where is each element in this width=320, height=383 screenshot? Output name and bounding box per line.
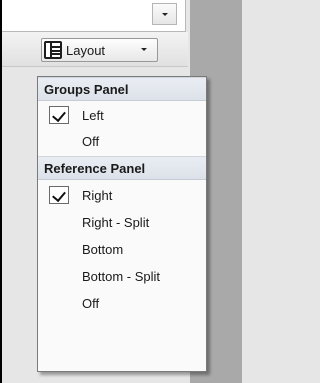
menu-item-label: Off <box>82 134 100 149</box>
menu-item-label: Left <box>82 108 104 123</box>
menu-item-groups-off[interactable]: Off <box>38 127 206 153</box>
combo-dropdown-button[interactable] <box>152 3 177 25</box>
menu-item-label: Bottom - Split <box>82 269 161 284</box>
chevron-down-icon <box>162 13 168 16</box>
menu-item-reference-off[interactable]: Off <box>38 289 206 315</box>
groups-panel-header: Groups Panel <box>38 77 206 101</box>
layout-menu: Groups Panel Left Off Reference Panel Ri… <box>37 76 207 372</box>
menu-item-label: Off <box>82 296 100 311</box>
menu-item-groups-left[interactable]: Left <box>38 101 206 127</box>
menu-item-label: Right <box>82 188 113 203</box>
menu-item-reference-bottom[interactable]: Bottom <box>38 235 206 261</box>
menu-item-reference-bottom-split[interactable]: Bottom - Split <box>38 262 206 288</box>
layout-button-label: Layout <box>66 43 106 58</box>
reference-panel-header: Reference Panel <box>38 156 206 180</box>
toolbar: Layout · ·· · <box>2 32 188 99</box>
menu-item-label: Right - Split <box>82 215 150 230</box>
checkbox <box>49 186 69 204</box>
layout-button[interactable]: Layout <box>41 38 158 62</box>
chevron-down-icon <box>141 48 147 51</box>
menu-item-reference-right[interactable]: Right <box>38 181 206 207</box>
menu-item-label: Bottom <box>82 242 124 257</box>
combo-box[interactable] <box>2 0 186 32</box>
checkmark-icon <box>52 187 66 203</box>
menu-item-reference-right-split[interactable]: Right - Split <box>38 208 206 234</box>
checkbox <box>49 106 69 124</box>
checkmark-icon <box>52 107 66 123</box>
layout-icon <box>44 41 62 59</box>
